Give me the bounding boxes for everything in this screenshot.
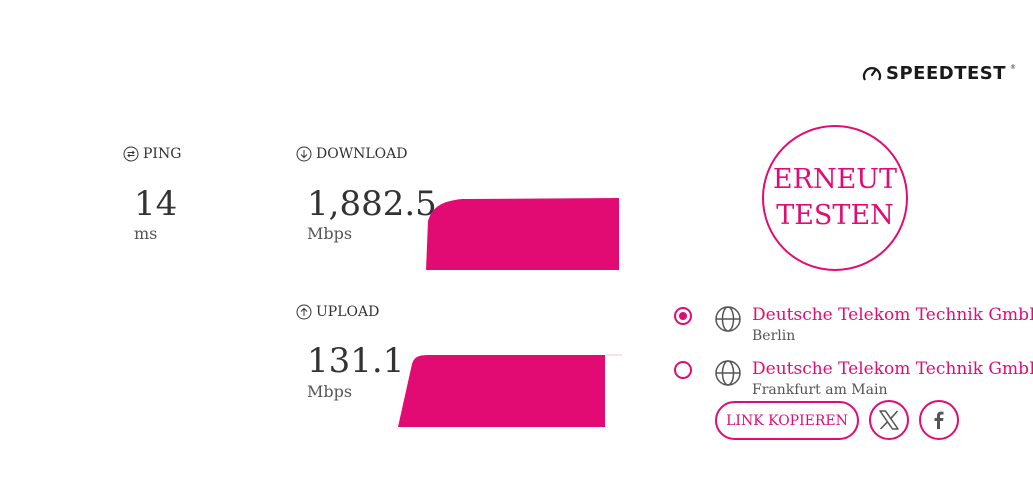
copy-link-button[interactable]: LINK KOPIEREN [715,401,859,440]
server-radio-selected[interactable] [674,307,692,325]
server-city: Frankfurt am Main [752,382,888,398]
ping-icon [123,146,139,162]
server-name: Deutsche Telekom Technik GmbH [752,359,1033,379]
retest-label-line2: TESTEN [776,200,894,231]
server-option-berlin[interactable]: Deutsche Telekom Technik GmbH Berlin [674,305,1033,345]
download-graph [426,198,619,270]
share-x-button[interactable] [869,400,909,440]
download-value: 1,882.5 [307,184,437,224]
globe-icon [715,306,741,332]
server-option-frankfurt[interactable]: Deutsche Telekom Technik GmbH Frankfurt … [674,359,1033,399]
retest-button[interactable]: ERNEUT TESTEN [762,125,908,271]
globe-icon [715,360,741,386]
ping-unit: ms [134,224,158,243]
upload-unit: Mbps [307,382,353,401]
ping-value: 14 [134,184,178,224]
brand-trademark: ® [1010,64,1017,71]
share-facebook-button[interactable] [919,400,959,440]
upload-label: UPLOAD [316,304,380,320]
facebook-icon [934,411,944,429]
x-icon [879,410,899,430]
upload-graph [398,354,622,427]
download-graph-area [426,198,619,270]
download-unit: Mbps [307,224,353,243]
retest-label-line1: ERNEUT [772,164,898,195]
upload-value: 131.1 [307,341,405,381]
download-arrow-icon [296,146,312,162]
speedometer-icon [862,66,882,81]
download-header: DOWNLOAD [296,146,407,162]
ping-header: PING [123,146,181,162]
download-label: DOWNLOAD [316,146,408,162]
server-radio[interactable] [674,361,692,379]
server-city: Berlin [752,328,796,344]
server-name: Deutsche Telekom Technik GmbH [752,305,1033,325]
speedtest-logo: SPEEDTEST ® [862,63,1016,84]
upload-graph-area [398,355,605,427]
brand-name: SPEEDTEST [886,63,1007,84]
ping-label: PING [143,146,182,162]
upload-header: UPLOAD [296,304,379,320]
upload-arrow-icon [296,304,312,320]
